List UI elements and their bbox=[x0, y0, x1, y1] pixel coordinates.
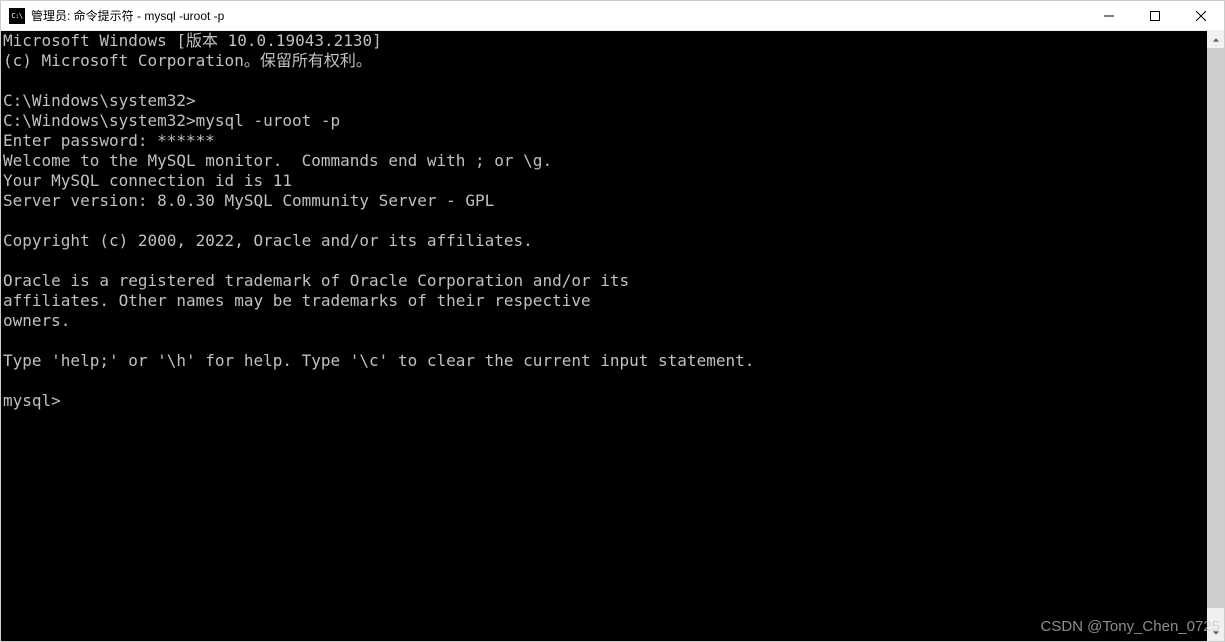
terminal-line bbox=[3, 371, 1205, 391]
terminal-line: Oracle is a registered trademark of Orac… bbox=[3, 271, 1205, 291]
close-icon bbox=[1196, 11, 1206, 21]
terminal-line bbox=[3, 211, 1205, 231]
terminal-line bbox=[3, 71, 1205, 91]
terminal-line: Copyright (c) 2000, 2022, Oracle and/or … bbox=[3, 231, 1205, 251]
terminal-line: C:\Windows\system32>mysql -uroot -p bbox=[3, 111, 1205, 131]
terminal-line bbox=[3, 251, 1205, 271]
terminal-area: Microsoft Windows [版本 10.0.19043.2130](c… bbox=[1, 31, 1224, 641]
app-icon: C:\ bbox=[9, 8, 25, 24]
terminal-line: Your MySQL connection id is 11 bbox=[3, 171, 1205, 191]
terminal-line: affiliates. Other names may be trademark… bbox=[3, 291, 1205, 311]
app-window: C:\ 管理员: 命令提示符 - mysql -uroot -p Microso… bbox=[0, 0, 1225, 642]
terminal-line: owners. bbox=[3, 311, 1205, 331]
titlebar[interactable]: C:\ 管理员: 命令提示符 - mysql -uroot -p bbox=[1, 1, 1224, 31]
chevron-down-icon bbox=[1212, 629, 1220, 637]
terminal-line: Type 'help;' or '\h' for help. Type '\c'… bbox=[3, 351, 1205, 371]
terminal-output[interactable]: Microsoft Windows [版本 10.0.19043.2130](c… bbox=[1, 31, 1207, 641]
minimize-icon bbox=[1104, 11, 1114, 21]
scroll-up-button[interactable] bbox=[1207, 31, 1224, 48]
window-title: 管理员: 命令提示符 - mysql -uroot -p bbox=[31, 7, 1086, 24]
terminal-line: Server version: 8.0.30 MySQL Community S… bbox=[3, 191, 1205, 211]
terminal-line: Enter password: ****** bbox=[3, 131, 1205, 151]
window-controls bbox=[1086, 1, 1224, 30]
terminal-line bbox=[3, 331, 1205, 351]
scroll-down-button[interactable] bbox=[1207, 624, 1224, 641]
chevron-up-icon bbox=[1212, 36, 1220, 44]
vertical-scrollbar[interactable] bbox=[1207, 31, 1224, 641]
terminal-line: mysql> bbox=[3, 391, 1205, 411]
close-button[interactable] bbox=[1178, 1, 1224, 30]
terminal-line: (c) Microsoft Corporation。保留所有权利。 bbox=[3, 51, 1205, 71]
scroll-thumb[interactable] bbox=[1207, 48, 1224, 608]
terminal-line: Welcome to the MySQL monitor. Commands e… bbox=[3, 151, 1205, 171]
maximize-icon bbox=[1150, 11, 1160, 21]
minimize-button[interactable] bbox=[1086, 1, 1132, 30]
terminal-line: C:\Windows\system32> bbox=[3, 91, 1205, 111]
maximize-button[interactable] bbox=[1132, 1, 1178, 30]
terminal-line: Microsoft Windows [版本 10.0.19043.2130] bbox=[3, 31, 1205, 51]
